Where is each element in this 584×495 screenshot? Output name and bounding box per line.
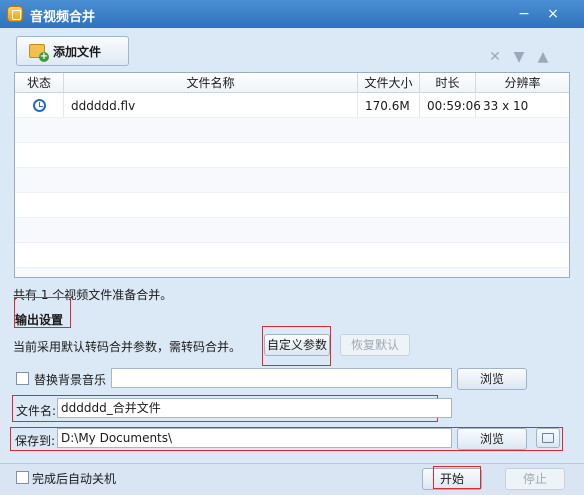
empty-row [15,118,569,143]
save-path-input[interactable]: D:\My Documents\ [57,428,452,448]
start-button[interactable]: 开始 [422,468,482,490]
minimize-button[interactable]: − [516,6,532,22]
output-description: 当前采用默认转码合并参数，需转码合并。 [13,340,242,354]
filename-label: 文件名: [16,404,57,418]
delete-icon[interactable]: ✕ [488,50,502,64]
filename-cell: dddddd.flv [64,93,358,118]
move-down-icon[interactable]: ▼ [512,50,526,64]
add-folder-icon [29,44,49,62]
status-cell [15,93,64,118]
empty-row [15,268,569,277]
header-size: 文件大小 [358,73,420,93]
size-cell: 170.6M [358,93,420,118]
toolbar: 添加文件 ✕ ▼ ▲ [0,28,584,72]
empty-row [15,193,569,218]
replace-music-checkbox[interactable] [16,372,29,385]
header-filename: 文件名称 [64,73,358,93]
app-icon [7,6,23,22]
output-settings-heading: 输出设置 [15,313,64,327]
table-body: dddddd.flv 170.6M 00:59:06 33 x 10 [15,93,569,277]
stop-button[interactable]: 停止 [505,468,565,490]
empty-row [15,243,569,268]
header-resolution: 分辨率 [504,76,541,90]
add-file-label: 添加文件 [53,44,102,59]
header-duration: 时长 [420,73,476,93]
file-table: 状态 文件名称 文件大小 时长 分辨率 dddddd.flv 170.6M 00… [14,72,570,278]
filename-input[interactable]: dddddd_合并文件 [57,398,452,418]
header-status: 状态 [15,73,64,93]
title-bar: 音视频合并 − × [0,0,584,28]
move-up-icon[interactable]: ▲ [536,50,550,64]
browse-music-button[interactable]: 浏览 [457,368,527,390]
open-folder-icon [542,433,554,443]
open-folder-button[interactable] [536,428,560,448]
empty-row [15,143,569,168]
browse-save-button[interactable]: 浏览 [457,428,527,450]
shutdown-label: 完成后自动关机 [32,472,117,486]
replace-music-label: 替换背景音乐 [34,373,107,387]
window-title: 音视频合并 [30,10,96,25]
empty-row [15,218,569,243]
music-path-input[interactable] [111,368,452,388]
close-button[interactable]: × [545,6,561,22]
clock-icon [32,99,46,112]
empty-row [15,168,569,193]
table-header: 状态 文件名称 文件大小 时长 分辨率 [15,73,569,93]
restore-defaults-button[interactable]: 恢复默认 [340,334,410,356]
add-file-button[interactable]: 添加文件 [16,36,129,66]
shutdown-checkbox[interactable] [16,471,29,484]
table-row[interactable]: dddddd.flv 170.6M 00:59:06 33 x 10 [15,93,569,118]
resolution-cell: 33 x 10 [483,98,529,113]
custom-params-button[interactable]: 自定义参数 [264,334,330,356]
duration-cell: 00:59:06 [420,93,481,118]
summary-text: 共有 1 个视频文件准备合并。 [13,288,173,302]
save-to-label: 保存到: [15,434,56,448]
